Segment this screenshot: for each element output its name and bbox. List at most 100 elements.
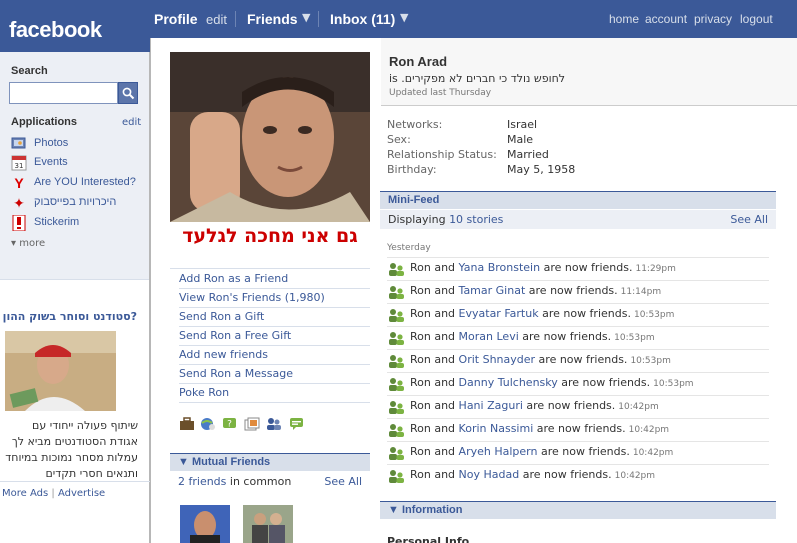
search-icon bbox=[122, 87, 135, 100]
minifeed-see-all[interactable]: See All bbox=[730, 213, 768, 226]
feed-item: Ron and Hani Zaguri are now friends. 10:4… bbox=[387, 395, 769, 418]
info-value-sex: Male bbox=[507, 133, 534, 146]
profile-photo-illustration bbox=[170, 52, 370, 222]
nav-privacy[interactable]: privacy bbox=[694, 12, 732, 26]
feed-item-suffix: are now friends. bbox=[540, 445, 630, 458]
mutual-friend-avatar[interactable] bbox=[180, 505, 230, 543]
info-value-relationship[interactable]: Married bbox=[507, 148, 549, 161]
feed-item-friend-link[interactable]: Danny Tulchensky bbox=[459, 376, 558, 389]
status-text: לחופש נולד כי חברים לא מפקירים. bbox=[401, 72, 566, 85]
sidebar-item-label: Events bbox=[34, 156, 68, 168]
feed-item-actor: Ron and bbox=[410, 399, 456, 412]
avatar bbox=[243, 505, 293, 543]
send-free-gift-link[interactable]: Send Ron a Free Gift bbox=[179, 327, 370, 346]
minifeed-displaying-prefix: Displaying bbox=[388, 213, 446, 226]
friend-connection-icon bbox=[389, 309, 404, 322]
sidebar-more-link[interactable]: ▾ more bbox=[11, 238, 45, 249]
feed-day-label: Yesterday bbox=[387, 243, 431, 253]
feed-item-actor: Ron and bbox=[410, 307, 456, 320]
friend-connection-icon bbox=[389, 470, 404, 483]
nav-profile[interactable]: Profile bbox=[154, 11, 198, 27]
minifeed-header[interactable]: Mini-Feed bbox=[380, 191, 776, 209]
globe-icon[interactable] bbox=[200, 417, 216, 431]
mutual-friends-count-link[interactable]: 2 friends bbox=[178, 475, 226, 488]
ad-text: שיתוף פעולה ייחודי עם אגודת הסטודנטים מב… bbox=[5, 419, 138, 480]
feed-item-friend-link[interactable]: Evyatar Fartuk bbox=[459, 307, 539, 320]
profile-header: Ron Arad is לחופש נולד כי חברים לא מפקיר… bbox=[381, 38, 797, 106]
send-gift-link[interactable]: Send Ron a Gift bbox=[179, 308, 370, 327]
mutual-friends-header[interactable]: ▼ Mutual Friends bbox=[170, 453, 370, 471]
minifeed-stories-link[interactable]: 10 stories bbox=[449, 213, 503, 226]
nav-friends[interactable]: Friends bbox=[247, 11, 298, 27]
feed-item-friend-link[interactable]: Yana Bronstein bbox=[459, 261, 541, 274]
mutual-friend-avatar[interactable] bbox=[243, 505, 293, 543]
question-bubble-icon[interactable]: ? bbox=[222, 417, 238, 431]
information-title: Information bbox=[401, 504, 463, 516]
svg-text:31: 31 bbox=[15, 162, 24, 170]
feed-item-friend-link[interactable]: Tamar Ginat bbox=[459, 284, 526, 297]
feed-item-text: Ron and Orit Shnayder are now friends. 10… bbox=[410, 353, 671, 366]
info-value-birthday[interactable]: May 5, 1958 bbox=[507, 163, 575, 176]
add-friend-link[interactable]: Add Ron as a Friend bbox=[179, 270, 370, 289]
nav-inbox[interactable]: Inbox (11) bbox=[330, 11, 395, 27]
friend-connection-icon bbox=[389, 378, 404, 391]
feed-item-text: Ron and Hani Zaguri are now friends. 10:4… bbox=[410, 399, 659, 412]
feed-item-friend-link[interactable]: Aryeh Halpern bbox=[459, 445, 538, 458]
nav-profile-edit[interactable]: edit bbox=[206, 12, 227, 27]
feed-item-actor: Ron and bbox=[410, 376, 456, 389]
info-label-networks: Networks: bbox=[387, 118, 443, 131]
facebook-logo[interactable]: facebook bbox=[0, 0, 150, 52]
feed-item-friend-link[interactable]: Hani Zaguri bbox=[459, 399, 523, 412]
feed-item: Ron and Evyatar Fartuk are now friends. 1… bbox=[387, 303, 769, 326]
info-value-networks: Israel bbox=[507, 118, 538, 131]
photo-stack-icon[interactable] bbox=[244, 417, 260, 431]
view-friends-link[interactable]: View Ron's Friends (1,980) bbox=[179, 289, 370, 308]
briefcase-icon[interactable] bbox=[179, 417, 195, 431]
friend-connection-icon bbox=[389, 447, 404, 460]
search-button[interactable] bbox=[118, 82, 138, 104]
feed-item-friend-link[interactable]: Korin Nassimi bbox=[459, 422, 534, 435]
nav-home[interactable]: home bbox=[609, 12, 639, 26]
nav-logout[interactable]: logout bbox=[740, 12, 773, 26]
avatar bbox=[180, 505, 230, 543]
ad-image[interactable] bbox=[5, 331, 116, 411]
feed-item: Ron and Danny Tulchensky are now friends… bbox=[387, 372, 769, 395]
feed-item-actor: Ron and bbox=[410, 330, 456, 343]
inbox-dropdown-arrow-icon[interactable]: ▼ bbox=[400, 11, 408, 24]
feed-item-time: 10:42pm bbox=[628, 425, 670, 435]
feed-item-friend-link[interactable]: Noy Hadad bbox=[459, 468, 520, 481]
chevron-down-icon: ▾ bbox=[11, 238, 17, 249]
feed-item: Ron and Yana Bronstein are now friends. 1… bbox=[387, 257, 769, 280]
profile-photo[interactable] bbox=[170, 52, 370, 222]
search-input[interactable] bbox=[9, 82, 118, 104]
feed-item-text: Ron and Danny Tulchensky are now friends… bbox=[410, 376, 694, 389]
nav-account[interactable]: account bbox=[645, 12, 687, 26]
info-label-relationship: Relationship Status: bbox=[387, 148, 497, 161]
status-updated-time: Updated last Thursday bbox=[389, 88, 492, 98]
footer-separator: | bbox=[51, 488, 55, 499]
friends-dropdown-arrow-icon[interactable]: ▼ bbox=[302, 11, 310, 24]
poke-link[interactable]: Poke Ron bbox=[179, 384, 370, 403]
left-sidebar: Search Applications edit Photos 31 Event… bbox=[0, 52, 150, 543]
advertise-link[interactable]: Advertise bbox=[58, 488, 105, 499]
add-new-friends-link[interactable]: Add new friends bbox=[179, 346, 370, 365]
people-icon[interactable] bbox=[266, 417, 282, 431]
mutual-friends-see-all[interactable]: See All bbox=[324, 475, 362, 488]
photo-caption: גם אני מחכה לגלעד bbox=[182, 225, 358, 247]
feed-item-friend-link[interactable]: Moran Levi bbox=[459, 330, 519, 343]
feed-item-suffix: are now friends. bbox=[542, 307, 631, 320]
ad-title[interactable]: ?סטודנט וסוחר בשוק ההון bbox=[3, 310, 137, 323]
information-header[interactable]: ▼ Information bbox=[380, 501, 776, 519]
feed-item-friend-link[interactable]: Orit Shnayder bbox=[459, 353, 536, 366]
friend-connection-icon bbox=[389, 286, 404, 299]
sidebar-item-label: Stickerim bbox=[34, 216, 80, 228]
more-ads-link[interactable]: More Ads bbox=[2, 488, 48, 499]
feed-item-actor: Ron and bbox=[410, 422, 456, 435]
feed-item-suffix: are now friends. bbox=[522, 468, 612, 481]
feed-item-time: 10:42pm bbox=[618, 402, 659, 412]
applications-edit-link[interactable]: edit bbox=[122, 117, 141, 128]
feed-item-time: 10:42pm bbox=[614, 471, 656, 481]
chat-bubble-icon[interactable] bbox=[289, 417, 305, 431]
friend-connection-icon bbox=[389, 263, 404, 276]
send-message-link[interactable]: Send Ron a Message bbox=[179, 365, 370, 384]
